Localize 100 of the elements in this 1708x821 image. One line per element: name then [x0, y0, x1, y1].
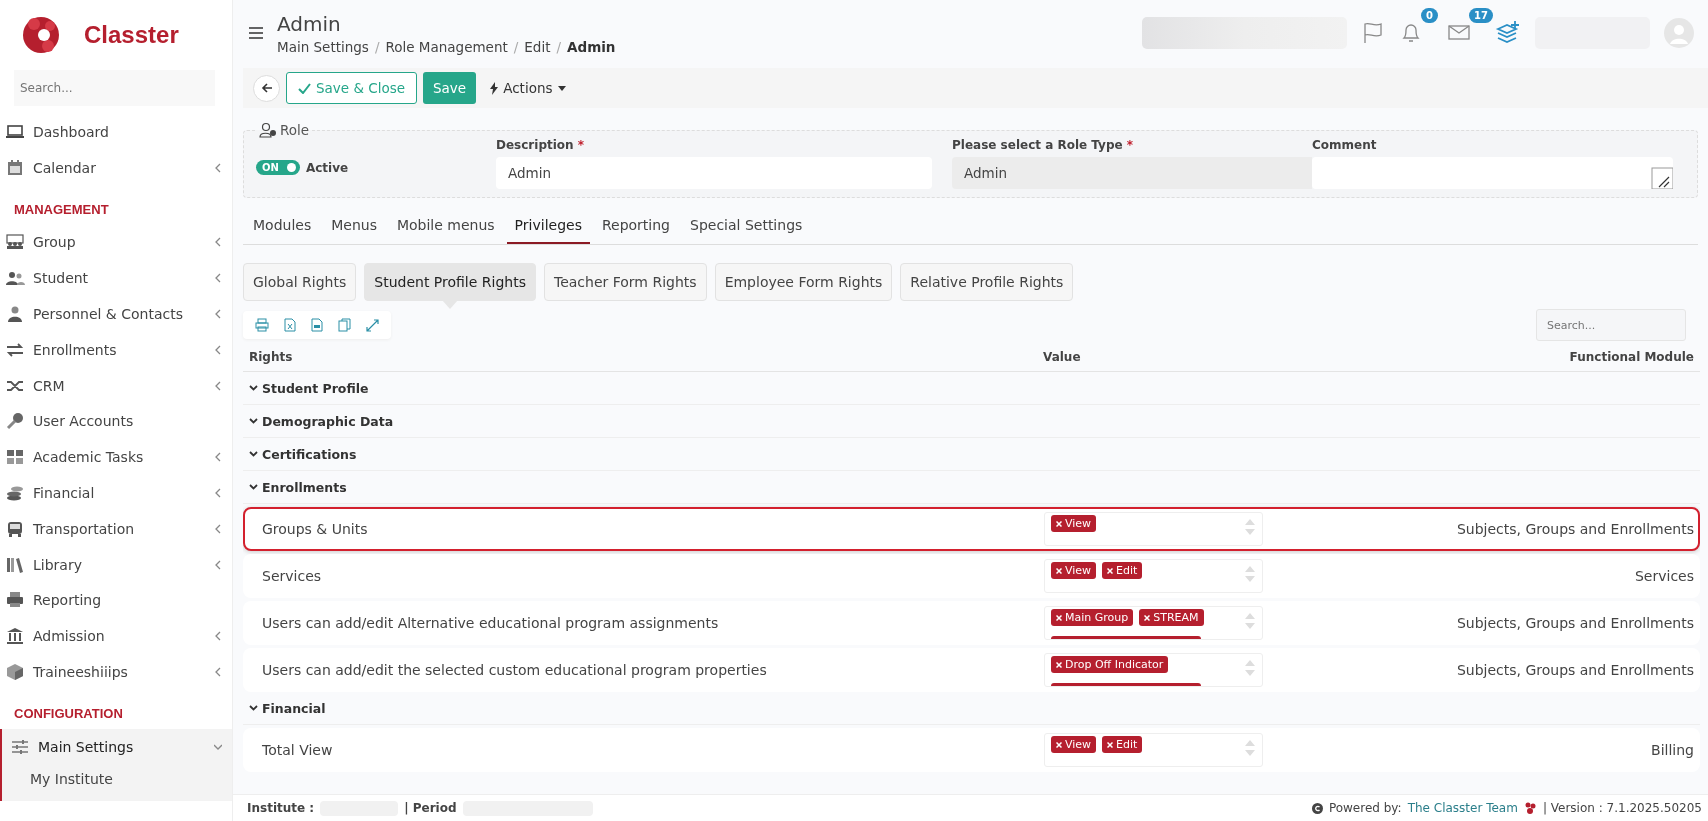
nav-item[interactable]: Main Settings	[0, 728, 232, 765]
expand-icon[interactable]	[366, 318, 379, 332]
column-header: Functional Module	[1569, 350, 1694, 364]
description-field[interactable]: Admin	[496, 157, 932, 189]
breadcrumb-link[interactable]: Main Settings	[277, 38, 369, 55]
table-search-field[interactable]: Search...	[1536, 309, 1686, 341]
nav-item[interactable]: Academic Tasks	[0, 439, 232, 476]
tab[interactable]: Reporting	[593, 211, 678, 244]
remove-icon[interactable]	[1056, 614, 1062, 621]
subtab[interactable]: Teacher Form Rights	[544, 263, 707, 301]
breadcrumb-separator: /	[513, 38, 519, 55]
breadcrumb-link[interactable]: Role Management	[385, 38, 508, 55]
group-label: Certifications	[262, 446, 357, 462]
nav-item[interactable]: Dashboard	[0, 114, 232, 150]
role-legend: Role	[256, 122, 313, 138]
copy-icon[interactable]	[338, 318, 351, 332]
value-tag[interactable]: View	[1051, 515, 1097, 532]
nav-item[interactable]: Group	[0, 224, 232, 261]
value-tag[interactable]: Main Group	[1051, 609, 1134, 626]
remove-icon[interactable]	[1056, 661, 1062, 668]
nav-item[interactable]: Calendar	[0, 149, 232, 186]
institute-label: Institute :	[247, 801, 315, 815]
group-label: Financial	[262, 700, 326, 716]
nav-item[interactable]: Enrollments	[0, 332, 232, 368]
section-heading: MANAGEMENT	[13, 200, 110, 219]
subtab[interactable]: Global Rights	[243, 263, 357, 301]
group-row[interactable]: Enrollments	[243, 471, 1700, 504]
remove-icon[interactable]	[1056, 520, 1062, 527]
remove-icon[interactable]	[1107, 567, 1114, 574]
subtab[interactable]: Relative Profile Rights	[900, 263, 1074, 301]
csv-file-icon[interactable]	[311, 318, 323, 332]
nav-item[interactable]: Student	[0, 260, 232, 297]
nav-item[interactable]: Traineeshiiips	[0, 654, 232, 690]
remove-icon[interactable]	[1056, 741, 1062, 748]
breadcrumb-separator: /	[374, 38, 380, 55]
breadcrumb-link[interactable]: Edit	[524, 38, 551, 55]
functional-module: Subjects, Groups and Enrollments	[1455, 521, 1695, 537]
value-select[interactable]: View Edit	[1044, 559, 1263, 593]
right-label: Services	[261, 568, 323, 584]
functional-module: Billing	[1650, 742, 1695, 758]
print-icon[interactable]	[255, 318, 269, 332]
calendar-icon	[5, 157, 25, 178]
group-row[interactable]: Financial	[243, 692, 1700, 725]
group-label: Demographic Data	[262, 413, 394, 429]
value-select[interactable]: View Edit	[1044, 733, 1263, 767]
nav-item[interactable]: Admission	[0, 618, 232, 655]
bank-icon	[5, 626, 25, 647]
nav-item[interactable]: Personnel & Contacts	[0, 296, 232, 332]
tab[interactable]: Mobile menus	[388, 211, 503, 244]
value-tag[interactable]: STREAM	[1139, 609, 1204, 626]
nav-item[interactable]: Financial	[0, 475, 232, 511]
tab[interactable]: Special Settings	[682, 211, 811, 244]
remove-icon[interactable]	[1056, 567, 1062, 574]
value-select[interactable]: Drop Off Indicator	[1044, 653, 1263, 687]
menu-icon[interactable]	[249, 27, 263, 39]
nav-item[interactable]: CRM	[0, 367, 232, 404]
remove-icon[interactable]	[1107, 741, 1114, 748]
group-row[interactable]: Certifications	[243, 438, 1700, 471]
tab[interactable]: Modules	[245, 211, 320, 244]
excel-file-icon[interactable]	[284, 318, 296, 332]
back-button[interactable]	[253, 74, 280, 102]
value-tag[interactable]: View	[1051, 562, 1097, 579]
value-select[interactable]: View	[1044, 512, 1263, 546]
comment-field[interactable]	[1312, 157, 1673, 189]
group-row[interactable]: Student Profile	[243, 372, 1700, 405]
nav-subitem[interactable]: My Institute	[0, 764, 232, 801]
nav-item[interactable]: Library	[0, 546, 232, 583]
back-arrow-icon	[260, 82, 273, 94]
value-tag[interactable]: Edit	[1102, 562, 1143, 579]
team-link[interactable]: The Classter Team	[1407, 801, 1518, 815]
version-text: | Version : 7.1.2025.50205	[1542, 801, 1702, 815]
actions-dropdown[interactable]: Actions	[482, 80, 574, 96]
field-label: Please select a Role Type *	[952, 138, 1135, 152]
field-label: Comment	[1312, 138, 1378, 152]
functional-module: Services	[1633, 568, 1695, 584]
group-row[interactable]: Demographic Data	[243, 405, 1700, 438]
value-select[interactable]: Main Group STREAM	[1044, 606, 1263, 640]
functional-module: Subjects, Groups and Enrollments	[1455, 662, 1695, 678]
tab[interactable]: Privileges	[506, 211, 590, 244]
subtab[interactable]: Employee Form Rights	[714, 263, 893, 301]
right-label: Groups & Units	[261, 521, 369, 537]
search-field[interactable]: Search...	[14, 70, 215, 106]
lightning-icon	[490, 81, 499, 95]
layers-plus-icon[interactable]	[1495, 20, 1521, 46]
tab[interactable]: Menus	[323, 211, 385, 244]
remove-icon[interactable]	[1144, 614, 1151, 621]
cube-icon	[5, 662, 25, 683]
breadcrumb-separator: /	[556, 38, 562, 55]
flag-icon[interactable]	[1361, 21, 1385, 45]
nav-item[interactable]: Transportation	[0, 510, 232, 547]
value-tag[interactable]: Edit	[1102, 736, 1143, 753]
brand-name: Classter	[84, 21, 179, 49]
column-header: Value	[1043, 350, 1082, 364]
nav-item[interactable]: Reporting	[0, 582, 232, 619]
nav-item[interactable]: User Accounts	[0, 403, 232, 440]
value-tag[interactable]: View	[1051, 736, 1097, 753]
right-label: Users can add/edit Alternative educational program assignments	[261, 615, 720, 631]
value-tag[interactable]: Drop Off Indicator	[1051, 656, 1169, 673]
group-label: Student Profile	[262, 380, 369, 396]
right-label: Total View	[261, 742, 334, 758]
